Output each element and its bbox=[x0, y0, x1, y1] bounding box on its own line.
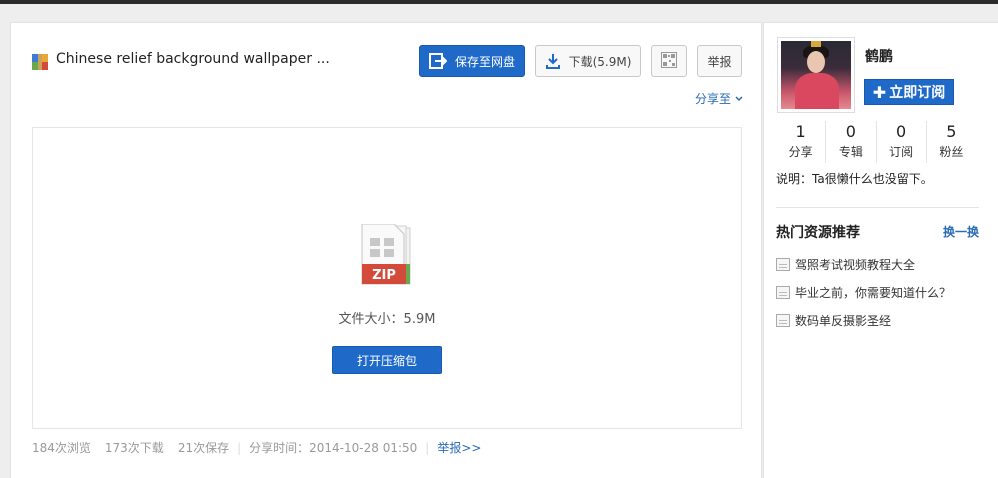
share-to-dropdown[interactable]: 分享至 bbox=[695, 90, 743, 107]
refresh-link[interactable]: 换一换 bbox=[943, 223, 979, 240]
user-description: 说明：Ta很懒什么也没留下。 bbox=[776, 172, 933, 186]
divider bbox=[776, 207, 979, 208]
stat-fans[interactable]: 5 粉丝 bbox=[927, 121, 976, 163]
list-item[interactable]: 数码单反摄影圣经 bbox=[776, 306, 951, 334]
stat-number: 1 bbox=[795, 122, 806, 141]
hot-resources-list: 驾照考试视频教程大全 毕业之前，你需要知道什么？ 数码单反摄影圣经 bbox=[776, 250, 951, 334]
save-icon bbox=[428, 53, 447, 69]
chevron-down-icon bbox=[731, 92, 743, 106]
plus-icon: ✚ bbox=[872, 82, 887, 102]
save-button-label: 保存至网盘 bbox=[454, 54, 515, 69]
download-count: 173次下载 bbox=[104, 441, 164, 455]
save-to-netdisk-button[interactable]: 保存至网盘 bbox=[419, 45, 525, 77]
hot-resources-title: 热门资源推荐 bbox=[776, 225, 860, 241]
download-button[interactable]: 下载(5.9M) bbox=[535, 45, 641, 77]
zip-file-icon bbox=[32, 54, 48, 70]
list-item-label: 数码单反摄影圣经 bbox=[795, 313, 892, 328]
file-stats: 184次浏览 173次下载 21次保存 | 分享时间：2014-10-28 01… bbox=[32, 439, 481, 456]
download-icon bbox=[545, 53, 561, 69]
stat-label: 订阅 bbox=[889, 145, 914, 159]
subscribe-button[interactable]: ✚ 立即订阅 bbox=[864, 79, 954, 105]
download-button-label: 下载(5.9M) bbox=[568, 54, 632, 69]
report-link[interactable]: 举报>> bbox=[437, 439, 481, 456]
stat-number: 0 bbox=[845, 122, 856, 141]
stats-divider: | bbox=[237, 440, 242, 455]
stat-label: 粉丝 bbox=[939, 145, 964, 159]
stats-divider: | bbox=[425, 440, 430, 455]
avatar-image bbox=[781, 41, 851, 109]
top-bar bbox=[0, 0, 998, 4]
save-count: 21次保存 bbox=[177, 441, 230, 455]
uploader-name[interactable]: 鹤鹏 bbox=[865, 46, 893, 66]
list-item-label: 驾照考试视频教程大全 bbox=[795, 257, 916, 272]
stat-subscriptions[interactable]: 0 订阅 bbox=[877, 121, 927, 163]
stat-label: 专辑 bbox=[838, 145, 863, 159]
document-icon bbox=[776, 285, 790, 299]
stat-shares[interactable]: 1 分享 bbox=[776, 121, 827, 163]
list-item[interactable]: 驾照考试视频教程大全 bbox=[776, 250, 951, 278]
zip-badge-text: ZIP bbox=[372, 268, 396, 283]
share-time: 分享时间：2014-10-28 01:50 bbox=[249, 441, 418, 455]
qr-code-button[interactable] bbox=[651, 45, 687, 77]
share-label: 分享至 bbox=[695, 92, 732, 106]
file-preview-area: ZIP 文件大小：5.9M 打开压缩包 bbox=[32, 127, 742, 429]
open-archive-button[interactable]: 打开压缩包 bbox=[332, 346, 442, 374]
uploader-sidebar: 鹤鹏 ✚ 立即订阅 1 分享 0 专辑 0 订阅 5 粉丝 说明：Ta很懒什么也… bbox=[763, 22, 998, 478]
file-title: Chinese relief background wallpaper ... bbox=[56, 51, 330, 67]
stat-number: 5 bbox=[946, 122, 957, 141]
list-item[interactable]: 毕业之前，你需要知道什么？ bbox=[776, 278, 951, 306]
document-icon bbox=[776, 313, 790, 327]
avatar[interactable] bbox=[777, 37, 855, 113]
stat-label: 分享 bbox=[788, 145, 813, 159]
view-count: 184次浏览 bbox=[32, 441, 91, 455]
list-item-label: 毕业之前，你需要知道什么？ bbox=[795, 285, 952, 300]
user-stats: 1 分享 0 专辑 0 订阅 5 粉丝 bbox=[776, 121, 976, 163]
stat-number: 0 bbox=[896, 122, 907, 141]
document-icon bbox=[776, 257, 790, 271]
qr-code-icon bbox=[661, 51, 677, 71]
file-detail-panel: Chinese relief background wallpaper ... … bbox=[10, 22, 762, 478]
file-size-text: 文件大小：5.9M bbox=[338, 312, 436, 327]
report-button[interactable]: 举报 bbox=[697, 45, 742, 77]
subscribe-label: 立即订阅 bbox=[889, 85, 946, 101]
stat-albums[interactable]: 0 专辑 bbox=[826, 121, 877, 163]
